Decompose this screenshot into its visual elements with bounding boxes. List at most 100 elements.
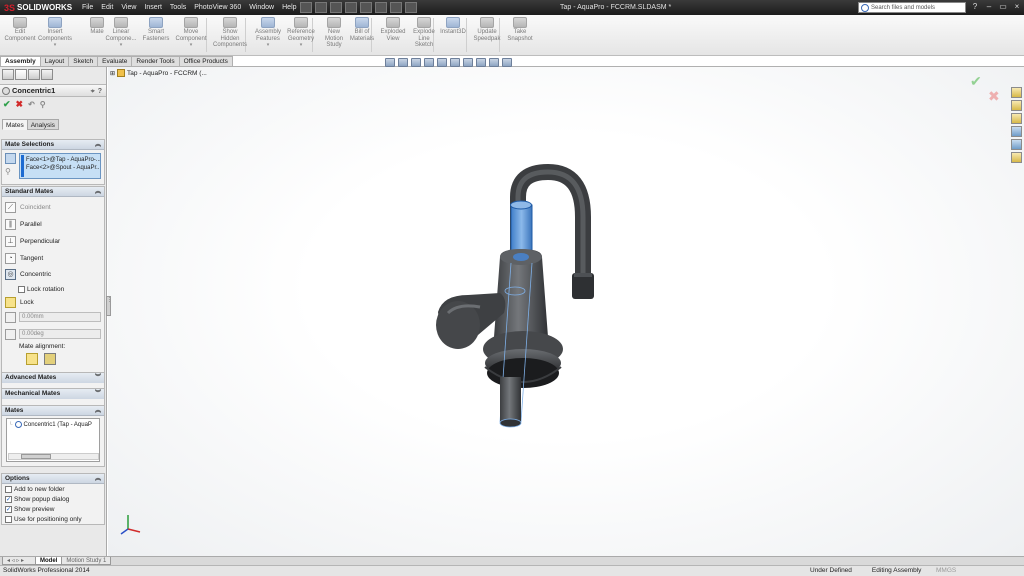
mate-lock[interactable]: Lock	[5, 296, 34, 308]
pushpin-icon[interactable]: ⚲	[40, 100, 46, 109]
scroll-thumb[interactable]	[21, 454, 51, 459]
mates-header[interactable]: Mates ︽	[2, 406, 104, 416]
menu-view[interactable]: View	[117, 0, 140, 15]
tab-evaluate[interactable]: Evaluate	[97, 56, 133, 66]
insert-components-button[interactable]: Insert Components ▾	[38, 17, 72, 49]
linear-component-pattern-button[interactable]: Linear Compone... ▾	[104, 17, 138, 49]
add-to-folder-checkbox[interactable]	[5, 485, 12, 493]
solidworks-resources-icon[interactable]	[1011, 87, 1022, 98]
tab-layout[interactable]: Layout	[39, 56, 70, 66]
tab-scroll-arrows[interactable]: ◂ ◃ ▹ ▸	[2, 557, 36, 565]
pm-help-icon[interactable]: ?	[98, 86, 102, 98]
options-icon[interactable]	[405, 2, 417, 13]
exploded-view-button[interactable]: Exploded View	[376, 17, 410, 42]
solidworks-logo[interactable]: 3S SOLIDWORKS	[4, 2, 72, 13]
option-show-preview[interactable]: ✓ Show preview	[5, 504, 54, 514]
property-manager-tab-icon[interactable]	[15, 69, 27, 80]
dropdown-arrow-icon[interactable]: ▾	[104, 42, 138, 49]
collapse-chevron-icon[interactable]: ︽	[95, 140, 101, 150]
assembly-features-button[interactable]: Assembly Features ▾	[251, 17, 285, 49]
pm-pin-icon[interactable]: ⌖	[91, 86, 95, 98]
take-snapshot-button[interactable]: Take Snapshot	[503, 17, 537, 42]
units-indicator[interactable]: MMGS	[936, 566, 956, 576]
bill-of-materials-button[interactable]: Bill of Materials	[345, 17, 379, 42]
select-icon[interactable]	[375, 2, 387, 13]
show-popup-checkbox[interactable]: ✓	[5, 495, 12, 503]
undo-icon[interactable]	[360, 2, 372, 13]
ok-check-icon[interactable]: ✔	[3, 100, 11, 109]
mates-list[interactable]: └ Concentric1 (Tap - AquaP	[6, 418, 100, 462]
smart-fasteners-button[interactable]: Smart Fasteners	[139, 17, 173, 42]
graphics-area[interactable]	[108, 67, 1024, 556]
instant3d-button[interactable]: Instant3D	[436, 17, 470, 36]
view-palette-icon[interactable]	[1011, 126, 1022, 137]
angle-field[interactable]: 0.00deg	[19, 329, 101, 339]
tab-assembly[interactable]: Assembly	[0, 56, 41, 66]
update-speedpak-button[interactable]: Update Speedpak	[470, 17, 504, 42]
show-hidden-components-button[interactable]: Show Hidden Components	[213, 17, 247, 49]
collapse-chevron-icon[interactable]: ︽	[95, 187, 101, 197]
horizontal-scrollbar[interactable]	[8, 453, 99, 460]
mate-parallel[interactable]: ∥ Parallel	[5, 218, 42, 230]
mate-selection-list[interactable]: Face<1>@Tap - AquaPro-... Face<2>@Spout …	[19, 153, 101, 179]
menu-insert[interactable]: Insert	[140, 0, 166, 15]
option-positioning-only[interactable]: Use for positioning only	[5, 514, 82, 524]
selection-item[interactable]: Face<2>@Spout - AquaPr...	[26, 164, 100, 172]
minimize-icon[interactable]: –	[984, 2, 994, 12]
restore-icon[interactable]: ▭	[998, 2, 1008, 12]
print-icon[interactable]	[345, 2, 357, 13]
design-library-icon[interactable]	[1011, 100, 1022, 111]
tab-analysis[interactable]: Analysis	[26, 119, 59, 130]
menu-file[interactable]: File	[78, 0, 97, 15]
dropdown-arrow-icon[interactable]: ▾	[174, 42, 208, 49]
file-explorer-icon[interactable]	[1011, 113, 1022, 124]
tab-sketch[interactable]: Sketch	[68, 56, 99, 66]
open-icon[interactable]	[315, 2, 327, 13]
option-show-popup[interactable]: ✓ Show popup dialog	[5, 494, 69, 504]
help-icon[interactable]: ?	[970, 2, 980, 12]
collapse-chevron-icon[interactable]: ︽	[95, 474, 101, 484]
menu-tools[interactable]: Tools	[166, 0, 190, 15]
tab-mates[interactable]: Mates	[2, 119, 28, 130]
reference-geometry-button[interactable]: Reference Geometry ▾	[284, 17, 318, 49]
display-manager-tab-icon[interactable]	[41, 69, 53, 80]
menu-help[interactable]: Help	[278, 0, 300, 15]
collapse-chevron-icon[interactable]: ︽	[95, 406, 101, 416]
appearances-icon[interactable]	[1011, 139, 1022, 150]
zoom-to-fit-icon[interactable]	[385, 58, 395, 67]
lock-rotation-checkbox[interactable]	[18, 285, 25, 293]
tab-motion-study-1[interactable]: Motion Study 1	[61, 557, 112, 565]
rebuild-icon[interactable]	[390, 2, 402, 13]
dropdown-arrow-icon[interactable]: ▾	[38, 42, 72, 49]
dropdown-arrow-icon[interactable]: ▾	[251, 42, 285, 49]
positioning-only-checkbox[interactable]	[5, 515, 12, 523]
option-add-to-folder[interactable]: Add to new folder	[5, 484, 65, 494]
menu-photoview[interactable]: PhotoView 360	[190, 0, 245, 15]
selection-item[interactable]: Face<1>@Tap - AquaPro-...	[26, 156, 100, 164]
edit-appearance-icon[interactable]	[476, 58, 486, 67]
hide-show-items-icon[interactable]	[463, 58, 473, 67]
apply-scene-icon[interactable]	[489, 58, 499, 67]
confirm-cancel-icon[interactable]: ✖	[988, 88, 1000, 105]
tab-model[interactable]: Model	[35, 557, 63, 565]
dropdown-arrow-icon[interactable]: ▾	[284, 42, 318, 49]
mate-tangent[interactable]: ◔ Tangent	[5, 252, 43, 264]
panel-collapse-handle[interactable]: ⋮	[106, 296, 112, 316]
standard-mates-header[interactable]: Standard Mates ︽	[2, 187, 104, 197]
lock-rotation-option[interactable]: Lock rotation	[18, 283, 64, 295]
expand-chevron-icon[interactable]: ︾	[95, 373, 101, 383]
mate-coincident[interactable]: ⟋ Coincident	[5, 201, 51, 213]
anti-aligned-button[interactable]	[44, 353, 56, 365]
tab-office-products[interactable]: Office Products	[178, 56, 233, 66]
options-header[interactable]: Options ︽	[2, 474, 104, 484]
feature-manager-tab-icon[interactable]	[2, 69, 14, 80]
tab-render-tools[interactable]: Render Tools	[131, 56, 180, 66]
expand-plus-icon[interactable]: ⊞	[110, 70, 115, 77]
distance-field[interactable]: 0.00mm	[19, 312, 101, 322]
aligned-button[interactable]	[26, 353, 38, 365]
zoom-to-area-icon[interactable]	[398, 58, 408, 67]
move-component-button[interactable]: Move Component ▾	[174, 17, 208, 49]
save-icon[interactable]	[330, 2, 342, 13]
view-orientation-icon[interactable]	[437, 58, 447, 67]
new-document-icon[interactable]	[300, 2, 312, 13]
